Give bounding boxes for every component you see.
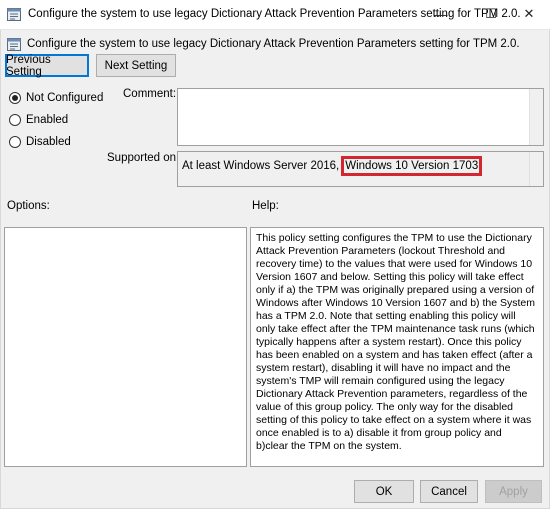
supported-on-prefix: At least Windows Server 2016,	[182, 160, 340, 172]
dialog-body: Configure the system to use legacy Dicti…	[0, 30, 550, 509]
help-text: This policy setting configures the TPM t…	[256, 232, 535, 452]
help-label: Help:	[252, 200, 279, 212]
policy-icon	[7, 37, 21, 51]
close-button[interactable]: ✕	[508, 0, 550, 28]
previous-setting-button[interactable]: Previous Setting	[5, 54, 89, 78]
comment-scrollbar[interactable]	[529, 89, 543, 145]
supported-on-value: At least Windows Server 2016, Windows 10…	[182, 156, 483, 176]
minimize-button[interactable]: —	[420, 0, 462, 28]
supported-on-label: Supported on:	[107, 152, 180, 164]
radio-label: Disabled	[26, 136, 71, 148]
setting-header: Configure the system to use legacy Dicti…	[7, 36, 520, 52]
highlighted-version: Windows 10 Version 1703	[341, 156, 483, 176]
supported-scrollbar[interactable]	[529, 152, 543, 186]
options-pane	[4, 227, 247, 467]
title-bar: Configure the system to use legacy Dicti…	[0, 0, 550, 30]
policy-icon	[7, 8, 21, 21]
comment-textarea[interactable]	[177, 88, 544, 146]
help-pane: This policy setting configures the TPM t…	[250, 227, 544, 467]
setting-title: Configure the system to use legacy Dicti…	[27, 38, 520, 50]
radio-disabled[interactable]: Disabled	[9, 136, 71, 148]
radio-not-configured[interactable]: Not Configured	[9, 92, 103, 104]
cancel-button[interactable]: Cancel	[420, 480, 478, 503]
radio-label: Not Configured	[26, 92, 104, 104]
comment-label: Comment:	[123, 88, 177, 100]
radio-button[interactable]	[9, 92, 21, 104]
maximize-button[interactable]: ☐	[470, 0, 512, 28]
radio-label: Enabled	[26, 114, 69, 126]
options-label: Options:	[7, 200, 50, 212]
next-setting-button[interactable]: Next Setting	[96, 54, 176, 77]
radio-button[interactable]	[9, 136, 21, 148]
apply-button[interactable]: Apply	[485, 480, 542, 503]
radio-button[interactable]	[9, 114, 21, 126]
radio-enabled[interactable]: Enabled	[9, 114, 68, 126]
supported-on-field: At least Windows Server 2016, Windows 10…	[177, 151, 544, 187]
ok-button[interactable]: OK	[354, 480, 414, 503]
